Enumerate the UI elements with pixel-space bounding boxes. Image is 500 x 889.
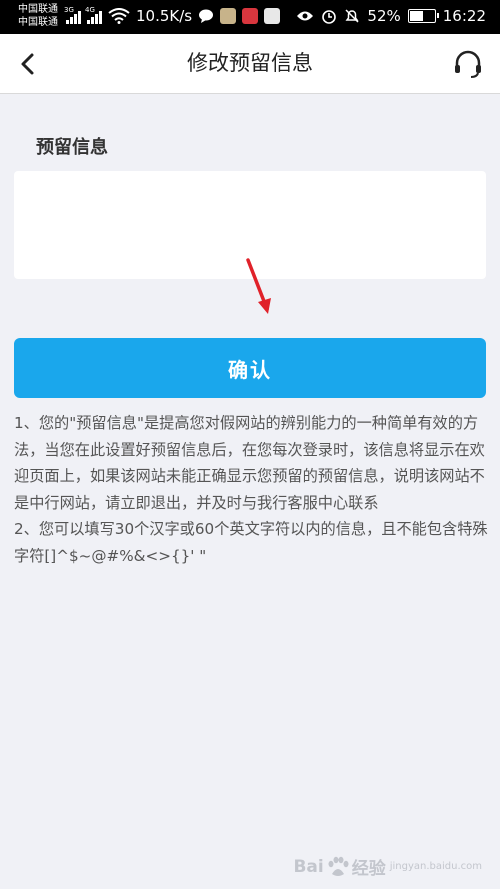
alarm-icon xyxy=(322,10,337,24)
chevron-left-icon xyxy=(21,53,34,75)
reserved-info-label: 预留信息 xyxy=(36,137,108,158)
carrier-1: 中国联通 xyxy=(18,4,58,15)
app-notification-icon xyxy=(242,8,259,24)
network-speed: 10.5K/s xyxy=(136,7,193,25)
navigation-bar: 修改预留信息 xyxy=(0,34,500,94)
clock: 16:22 xyxy=(442,7,486,25)
watermark: Bai 经验 jingyan.baidu.com xyxy=(293,854,482,879)
carrier-labels: 中国联通 中国联通 xyxy=(18,3,58,29)
carrier-2: 中国联通 xyxy=(18,17,58,28)
bell-off-icon xyxy=(345,9,359,23)
instruction-1: 1、您的"预留信息"是提高您对假网站的辨别能力的一种简单有效的方法，当您在此设置… xyxy=(14,414,485,512)
signal-4g-icon: 4G xyxy=(85,6,102,24)
status-right-icons: 52% 16:22 xyxy=(296,7,486,25)
signal-3g-icon: 3G xyxy=(64,6,81,24)
status-bar: 中国联通 中国联通 3G 4G 10.5K/s 52% 16:22 xyxy=(0,0,500,34)
app-notification-icon xyxy=(220,8,237,24)
headset-icon xyxy=(455,50,481,78)
watermark-brand-2: 经验 xyxy=(351,859,386,879)
annotation-arrow xyxy=(246,258,271,314)
battery-icon xyxy=(407,9,439,23)
instructions: 1、您的"预留信息"是提高您对假网站的辨别能力的一种简单有效的方法，当您在此设置… xyxy=(14,410,490,569)
status-left-icons: 3G 4G 10.5K/s xyxy=(64,6,281,25)
confirm-button[interactable]: 确认 xyxy=(14,338,486,398)
eye-icon xyxy=(297,11,314,21)
paw-icon xyxy=(328,856,349,876)
watermark-url: jingyan.baidu.com xyxy=(389,861,482,872)
back-button[interactable] xyxy=(12,46,48,82)
watermark-brand: Bai xyxy=(293,856,324,877)
wifi-icon xyxy=(108,8,130,24)
chat-bubble-icon xyxy=(199,9,214,23)
instruction-2: 2、您可以填写30个汉字或60个英文字符以内的信息，且不能包含特殊字符[]^$~… xyxy=(14,520,488,565)
customer-service-button[interactable] xyxy=(450,46,486,82)
battery-percent: 52% xyxy=(367,7,401,25)
map-pin-app-icon xyxy=(264,8,281,24)
page-title: 修改预留信息 xyxy=(187,51,313,75)
